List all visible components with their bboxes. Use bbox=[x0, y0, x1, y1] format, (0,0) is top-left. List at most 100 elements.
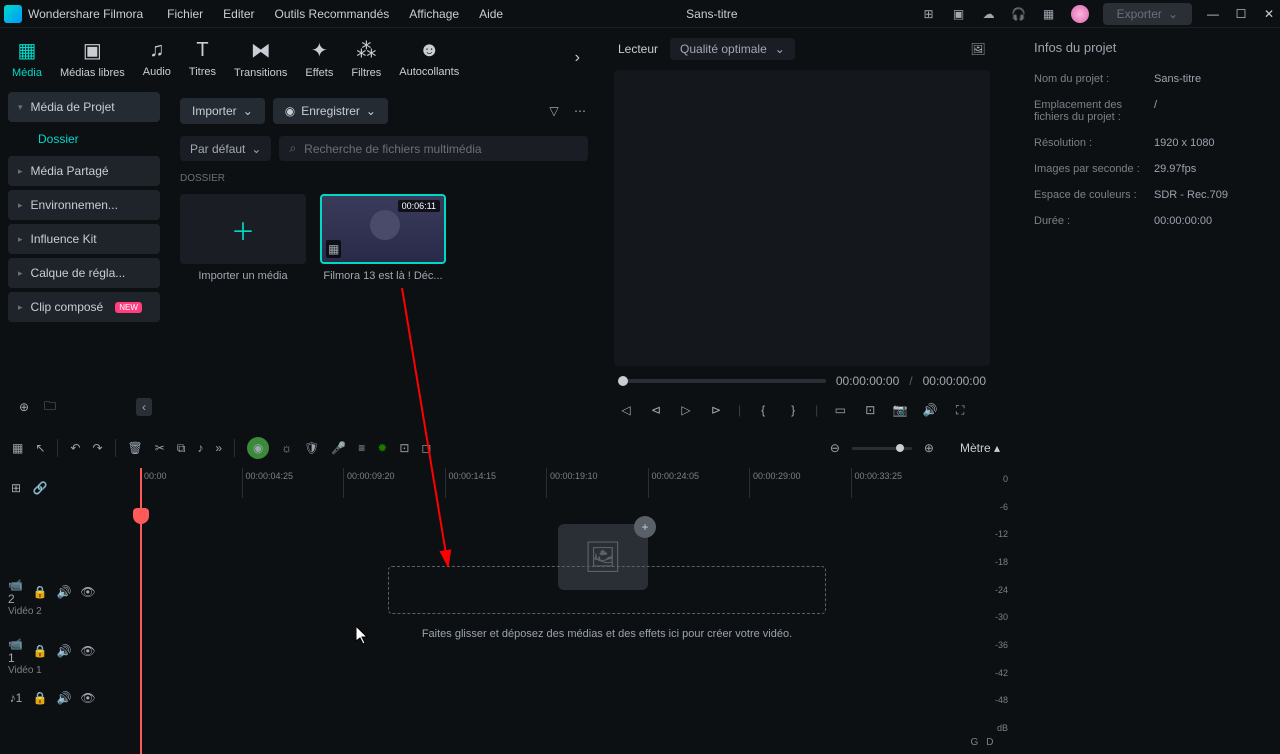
crop-icon[interactable]: ⧉ bbox=[177, 441, 186, 456]
ai-icon[interactable]: ◉ bbox=[247, 437, 269, 459]
menu-help[interactable]: Aide bbox=[479, 7, 503, 21]
mute-icon[interactable]: 🔊 bbox=[56, 584, 72, 600]
close-icon[interactable]: ✕ bbox=[1262, 7, 1276, 21]
export-button[interactable]: Exporter⌄ bbox=[1103, 3, 1192, 25]
drop-zone[interactable] bbox=[388, 566, 826, 614]
maximize-icon[interactable]: ☐ bbox=[1234, 7, 1248, 21]
cloud-icon[interactable]: ☁ bbox=[981, 6, 997, 22]
more-icon[interactable]: ⋯ bbox=[572, 103, 588, 119]
sidebar-item-compound[interactable]: ▸Clip composéNEW bbox=[8, 292, 160, 322]
ribbon-media[interactable]: ▦Média bbox=[12, 38, 42, 79]
mute-icon[interactable]: 🔊 bbox=[56, 690, 72, 706]
marker-icon[interactable]: ✹ bbox=[377, 441, 387, 455]
info-fps: 29.97fps bbox=[1154, 163, 1196, 175]
meter-toggle[interactable]: Mètre ▴ bbox=[960, 441, 1000, 455]
aspect-icon[interactable]: ▭ bbox=[832, 402, 848, 418]
preview-canvas[interactable] bbox=[614, 70, 990, 366]
fullscreen-icon[interactable]: ⛶ bbox=[952, 402, 968, 418]
eye-icon[interactable]: 👁 bbox=[80, 643, 96, 659]
timeline-ruler[interactable]: 00:00 00:00:04:25 00:00:09:20 00:00:14:1… bbox=[140, 468, 952, 498]
sidebar-item-adjustment[interactable]: ▸Calque de régla... bbox=[8, 258, 160, 288]
sun-icon[interactable]: ☼ bbox=[281, 441, 292, 455]
quality-dropdown[interactable]: Qualité optimale⌄ bbox=[670, 38, 795, 60]
record-button[interactable]: ◉Enregistrer⌄ bbox=[273, 98, 388, 124]
audio-track-icon: ♪1 bbox=[8, 690, 24, 706]
volume-icon[interactable]: 🔊 bbox=[922, 402, 938, 418]
lock-icon[interactable]: 🔒 bbox=[32, 643, 48, 659]
minimize-icon[interactable]: — bbox=[1206, 7, 1220, 21]
eye-icon[interactable]: 👁 bbox=[80, 690, 96, 706]
playhead[interactable] bbox=[140, 468, 142, 754]
zoom-slider[interactable] bbox=[852, 447, 912, 450]
menu-tools[interactable]: Outils Recommandés bbox=[275, 7, 390, 21]
sort-dropdown[interactable]: Par défaut⌄ bbox=[180, 136, 271, 161]
undo-icon[interactable]: ↶ bbox=[70, 441, 80, 455]
mark-out-icon[interactable]: } bbox=[785, 402, 801, 418]
zoom-out-icon[interactable]: ⊖ bbox=[830, 441, 840, 455]
preview-tab[interactable]: Lecteur bbox=[618, 42, 658, 56]
headphones-icon[interactable]: 🎧 bbox=[1011, 6, 1027, 22]
record-track-icon[interactable]: ⊡ bbox=[399, 441, 409, 455]
sidebar-item-shared[interactable]: ▸Média Partagé bbox=[8, 156, 160, 186]
pointer-icon[interactable]: ↖ bbox=[35, 441, 45, 455]
import-media-card[interactable]: ＋ Importer un média bbox=[180, 194, 306, 282]
menu-view[interactable]: Affichage bbox=[409, 7, 459, 21]
step-fwd-icon[interactable]: ⊳ bbox=[708, 402, 724, 418]
ribbon-stock[interactable]: ▣Médias libres bbox=[60, 38, 125, 79]
ribbon-titles[interactable]: TTitres bbox=[189, 39, 216, 78]
scrub-slider[interactable] bbox=[618, 379, 826, 383]
sidebar-item-environment[interactable]: ▸Environnemen... bbox=[8, 190, 160, 220]
link-icon[interactable]: 🔗 bbox=[32, 480, 48, 496]
mute-icon[interactable]: 🔊 bbox=[56, 643, 72, 659]
snapshot-icon[interactable]: 📷 bbox=[892, 402, 908, 418]
play-icon[interactable]: ▷ bbox=[678, 402, 694, 418]
add-track-icon[interactable]: ⊞ bbox=[8, 480, 24, 496]
add-folder-icon[interactable]: ⊕ bbox=[16, 399, 32, 415]
media-clip[interactable]: 00:06:11 ▦ Filmora 13 est là ! Déc... bbox=[320, 194, 446, 282]
search-input[interactable]: ⌕Recherche de fichiers multimédia bbox=[279, 136, 588, 161]
link-icon[interactable]: ◻ bbox=[421, 441, 431, 455]
music-icon[interactable]: ♪ bbox=[197, 441, 203, 455]
layout-icon[interactable]: ⊞ bbox=[921, 6, 937, 22]
apps-icon[interactable]: ▦ bbox=[1041, 6, 1057, 22]
step-back-icon[interactable]: ⊲ bbox=[648, 402, 664, 418]
ribbon-transitions[interactable]: ⧓Transitions bbox=[234, 38, 287, 79]
ribbon-effects[interactable]: ✦Effets bbox=[305, 38, 333, 79]
mark-in-icon[interactable]: { bbox=[755, 402, 771, 418]
grid-icon[interactable]: ▦ bbox=[12, 441, 23, 455]
display-icon[interactable]: ⊡ bbox=[862, 402, 878, 418]
save-icon[interactable]: ▣ bbox=[951, 6, 967, 22]
delete-icon[interactable]: 🗑 bbox=[128, 441, 143, 455]
prev-frame-icon[interactable]: ◁ bbox=[618, 402, 634, 418]
cut-icon[interactable]: ✂ bbox=[155, 441, 165, 455]
section-label: DOSSIER bbox=[180, 173, 588, 184]
zoom-in-icon[interactable]: ⊕ bbox=[924, 441, 934, 455]
redo-icon[interactable]: ↷ bbox=[92, 441, 102, 455]
shield-icon[interactable]: 🛡 bbox=[304, 441, 319, 455]
user-avatar[interactable] bbox=[1071, 5, 1089, 23]
menu-edit[interactable]: Editer bbox=[223, 7, 254, 21]
menu-file[interactable]: Fichier bbox=[167, 7, 203, 21]
sidebar-item-project-media[interactable]: ▾Média de Projet bbox=[8, 92, 160, 122]
lock-icon[interactable]: 🔒 bbox=[32, 584, 48, 600]
record-icon: ◉ bbox=[285, 104, 295, 118]
eye-icon[interactable]: 👁 bbox=[80, 584, 96, 600]
lock-icon[interactable]: 🔒 bbox=[32, 690, 48, 706]
timeline-tracks[interactable]: 00:00 00:00:04:25 00:00:09:20 00:00:14:1… bbox=[140, 468, 952, 754]
collapse-sidebar-icon[interactable]: ‹ bbox=[136, 398, 152, 416]
stickers-icon: ☻ bbox=[419, 39, 440, 62]
ribbon-stickers[interactable]: ☻Autocollants bbox=[399, 39, 459, 78]
filter-icon[interactable]: ▽ bbox=[546, 103, 562, 119]
ribbon-filters[interactable]: ⁂Filtres bbox=[351, 38, 381, 79]
ribbon-more-icon[interactable]: › bbox=[567, 49, 588, 67]
folder-icon[interactable]: 🗀 bbox=[42, 399, 58, 415]
ribbon-audio[interactable]: ♫Audio bbox=[143, 39, 171, 78]
track-headers: ⊞🔗 📹2🔒🔊👁 Vidéo 2 📹1🔒🔊👁 Vidéo 1 ♪1🔒🔊👁 bbox=[0, 468, 140, 754]
picture-icon[interactable]: 🖼 bbox=[970, 41, 986, 57]
sidebar-item-influence[interactable]: ▸Influence Kit bbox=[8, 224, 160, 254]
mic-icon[interactable]: 🎤 bbox=[331, 441, 346, 455]
more-tools-icon[interactable]: » bbox=[215, 441, 222, 455]
import-button[interactable]: Importer⌄ bbox=[180, 98, 265, 124]
list-icon[interactable]: ≡ bbox=[358, 441, 365, 455]
sidebar-item-folder[interactable]: Dossier bbox=[8, 126, 160, 152]
